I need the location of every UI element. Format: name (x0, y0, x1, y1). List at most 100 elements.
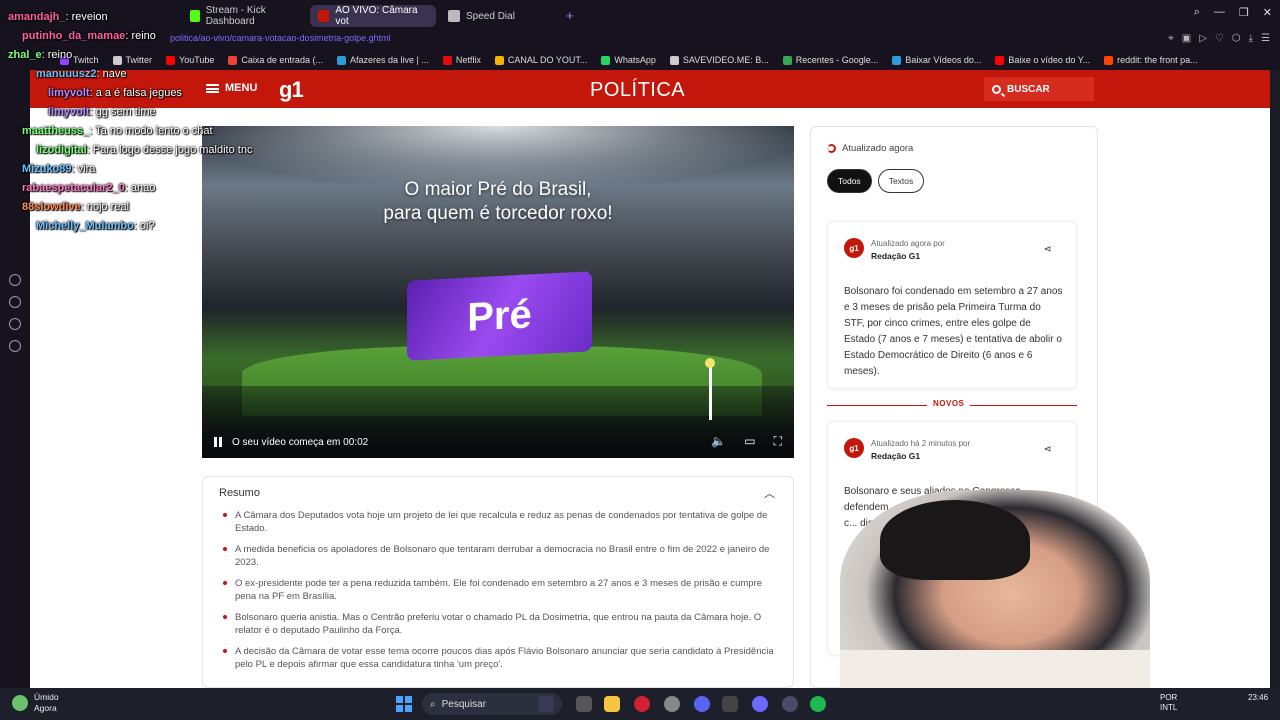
grid-icon (448, 10, 460, 22)
post-meta: Atualizado agora por Redação G1 (871, 239, 945, 261)
webcam-overlay (840, 490, 1150, 720)
chat-message: putinho_da_mamae: reino (22, 30, 156, 42)
discord-icon[interactable] (694, 696, 710, 712)
video-buttons: 🔈 ▭ ⛶ (711, 434, 782, 449)
google-drive-icon (782, 55, 792, 65)
volume-slider-handle[interactable] (705, 358, 715, 368)
file-explorer-icon[interactable] (604, 696, 620, 712)
volume-icon[interactable]: 🔈 (711, 434, 726, 449)
chat-message: lizodigital: Para logo desse jogo maldit… (36, 144, 253, 156)
windows-taskbar: Úmido Agora ⌕ Pesquisar POR INTL 23:46 (0, 688, 1280, 720)
share-icon[interactable]: ⋖ (1044, 444, 1052, 455)
tab-label: AO VIVO: Câmara vot (335, 5, 418, 27)
chat-message: zhal_e: reino (8, 49, 73, 61)
start-button[interactable] (396, 696, 412, 712)
spotify-icon[interactable] (810, 696, 826, 712)
bookmark-reddit[interactable]: reddit: the front pa... (1104, 55, 1198, 65)
pause-icon[interactable] (214, 437, 222, 447)
bookmark-baixar-videos[interactable]: Baixar Vídeos do... (892, 55, 981, 65)
settings-icon[interactable] (9, 340, 21, 352)
weather-widget[interactable]: Úmido Agora (12, 692, 59, 714)
whatsapp-icon (601, 55, 611, 65)
sidebar-icon-1[interactable] (9, 274, 21, 286)
bookmark-savevideo[interactable]: SAVEVIDEO.ME: B... (669, 55, 769, 65)
language-indicator[interactable]: POR INTL (1160, 693, 1177, 713)
filter-todos[interactable]: Todos (827, 169, 872, 193)
bookmark-afazeres[interactable]: Afazeres da live | ... (336, 55, 429, 65)
video-status-text: O seu vídeo começa em 00:02 (232, 436, 369, 448)
search-label: BUSCAR (1007, 83, 1050, 95)
video-download-icon (995, 55, 1005, 65)
novos-label: NOVOS (927, 399, 971, 408)
search-icon (992, 84, 1001, 94)
restore-icon[interactable]: ❐ (1239, 6, 1249, 19)
share-icon[interactable]: ⋖ (1044, 244, 1052, 255)
search-button[interactable]: BUSCAR (984, 77, 1094, 101)
g1-avatar: g1 (844, 438, 864, 458)
window-controls: ⌕ — ❐ ✕ (1194, 6, 1272, 19)
g1-avatar: g1 (844, 238, 864, 258)
chevron-up-icon[interactable]: ︿ (764, 485, 775, 501)
address-bar-icons: ⌖ ▣ ▷ ♡ ⬡ ⤓ ☰ (1168, 33, 1270, 44)
fullscreen-icon[interactable]: ⛶ (774, 434, 782, 449)
clock[interactable]: 23:46 (1248, 693, 1268, 702)
menu-icon[interactable]: ☰ (1261, 33, 1270, 44)
play-icon[interactable]: ▷ (1199, 33, 1207, 44)
bookmark-baixe-video[interactable]: Baixe o vídeo do Y... (995, 55, 1090, 65)
post-author: Redação G1 (871, 451, 921, 461)
close-icon[interactable]: ✕ (1263, 6, 1272, 19)
chat-message: Michelly_Mulambo: oi? (36, 220, 155, 232)
savevideo-icon (669, 55, 679, 65)
opera-icon[interactable] (634, 696, 650, 712)
bookmark-whatsapp[interactable]: WhatsApp (601, 55, 656, 65)
tab-speed-dial[interactable]: Speed Dial (440, 5, 550, 27)
app-icon-4[interactable] (782, 696, 798, 712)
section-title[interactable]: POLÍTICA (590, 79, 685, 102)
app-icon-1[interactable] (538, 696, 554, 712)
webcam-person-hair (880, 500, 1030, 580)
chat-message: manuuusz2: nave (36, 68, 127, 80)
volume-slider-track[interactable] (709, 362, 712, 420)
new-tab-button[interactable]: + (566, 8, 574, 23)
weather-label: Úmido (34, 692, 59, 702)
live-indicator-icon (827, 144, 836, 153)
tab-label: Speed Dial (466, 10, 515, 22)
live-post-card: g1 Atualizado agora por Redação G1 ⋖ Bol… (827, 221, 1077, 389)
post-meta: Atualizado há 2 minutos por Redação G1 (871, 439, 971, 461)
search-tabs-icon[interactable]: ⌕ (1194, 6, 1200, 19)
trello-icon (336, 55, 346, 65)
chat-message: maattheuss_: Ta no modo lento o chat (22, 125, 213, 137)
bookmark-google-recentes[interactable]: Recentes - Google... (782, 55, 878, 65)
minimize-icon[interactable]: — (1214, 6, 1225, 19)
novos-divider: NOVOS (827, 399, 1077, 411)
bookmark-canal[interactable]: CANAL DO YOUT... (494, 55, 587, 65)
drive-icon (494, 55, 504, 65)
download-site-icon (892, 55, 902, 65)
miniplayer-icon[interactable]: ▭ (744, 434, 755, 449)
feed-filters: Todos Textos (827, 169, 925, 193)
tab-ao-vivo[interactable]: AO VIVO: Câmara vot (310, 5, 436, 27)
resumo-item: Bolsonaro queria anistia. Mas o Centrão … (219, 611, 779, 637)
filter-textos[interactable]: Textos (877, 169, 925, 193)
task-view-icon[interactable] (576, 696, 592, 712)
snapshot-icon[interactable]: ▣ (1182, 33, 1191, 44)
resumo-list: A Câmara dos Deputados vota hoje um proj… (219, 509, 779, 679)
heart-icon[interactable]: ♡ (1215, 33, 1224, 44)
chat-message: Mizuko89: vira (22, 163, 96, 175)
clock-icon[interactable] (9, 296, 21, 308)
chat-message: 88slowdive: nojo real (22, 201, 130, 213)
app-icon-3[interactable] (752, 696, 768, 712)
chat-message: amandajh_: reveion (8, 11, 108, 23)
pin-icon[interactable]: ⌖ (1168, 33, 1174, 44)
bookmark-netflix[interactable]: Netflix (442, 55, 481, 65)
puzzle-icon[interactable] (9, 318, 21, 330)
resumo-title: Resumo (219, 487, 260, 499)
resumo-box: Resumo ︿ A Câmara dos Deputados vota hoj… (202, 476, 794, 688)
obs-icon[interactable] (664, 696, 680, 712)
resumo-item: O ex-presidente pode ter a pena reduzida… (219, 577, 779, 603)
resumo-item: A medida beneficia os apoiadores de Bols… (219, 543, 779, 569)
post-author: Redação G1 (871, 251, 921, 261)
download-icon[interactable]: ⤓ (1249, 33, 1253, 44)
app-icon-2[interactable] (722, 696, 738, 712)
extensions-icon[interactable]: ⬡ (1232, 33, 1241, 44)
